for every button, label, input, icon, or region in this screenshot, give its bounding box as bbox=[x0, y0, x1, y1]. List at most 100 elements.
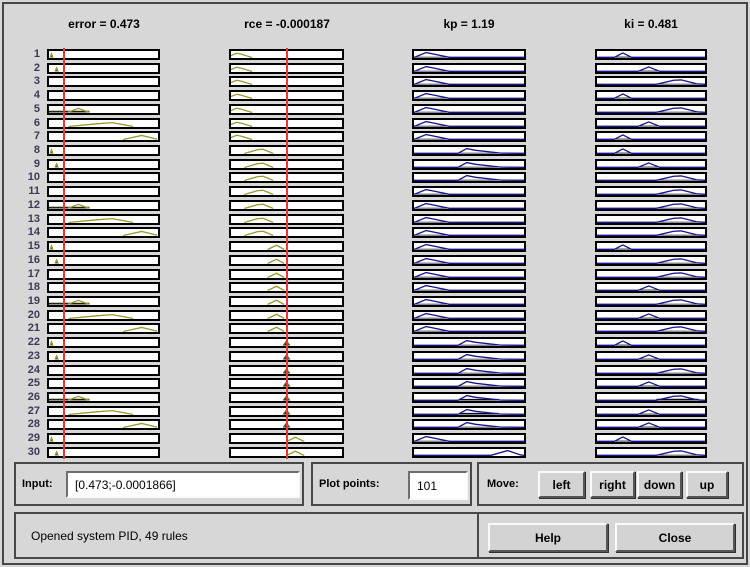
mf-plot-cell bbox=[412, 200, 526, 211]
mf-plot-cell bbox=[595, 310, 707, 321]
rule-number: 24 bbox=[4, 364, 40, 377]
column-header-rce: rce = -0.000187 bbox=[226, 17, 348, 33]
rule-number: 14 bbox=[4, 226, 40, 239]
rule-row: 19 bbox=[4, 295, 746, 309]
close-button[interactable]: Close bbox=[615, 523, 735, 552]
rule-row: 30 bbox=[4, 446, 746, 460]
mf-plot-cell bbox=[595, 433, 707, 444]
mf-plot-cell bbox=[595, 269, 707, 280]
mf-plot-cell bbox=[595, 49, 707, 60]
move-down-button[interactable]: down bbox=[637, 471, 682, 498]
rule-number: 3 bbox=[4, 75, 40, 88]
input-field[interactable]: [0.473;-0.0001866] bbox=[66, 471, 300, 498]
status-message: Opened system PID, 49 rules bbox=[31, 514, 188, 557]
mf-plot-cell bbox=[412, 241, 526, 252]
mf-plot-cell bbox=[412, 310, 526, 321]
rule-number: 5 bbox=[4, 103, 40, 116]
rule-row: 2 bbox=[4, 62, 746, 76]
rule-number: 23 bbox=[4, 350, 40, 363]
rule-row: 6 bbox=[4, 117, 746, 131]
rule-row: 12 bbox=[4, 199, 746, 213]
mf-plot-cell bbox=[595, 323, 707, 334]
mf-plot-cell bbox=[595, 255, 707, 266]
rule-row: 28 bbox=[4, 418, 746, 432]
move-right-button[interactable]: right bbox=[590, 471, 635, 498]
footer-button-group: Help Close bbox=[477, 512, 744, 559]
mf-plot-cell bbox=[595, 406, 707, 417]
input-label: Input: bbox=[22, 478, 53, 490]
rule-row: 13 bbox=[4, 213, 746, 227]
rule-number: 8 bbox=[4, 144, 40, 157]
rule-viewer-window: error = 0.473 rce = -0.000187 kp = 1.19 … bbox=[2, 2, 748, 565]
mf-plot-cell bbox=[595, 90, 707, 101]
rule-row: 24 bbox=[4, 364, 746, 378]
mf-plot-cell bbox=[412, 76, 526, 87]
input-group: Input: [0.473;-0.0001866] bbox=[14, 462, 304, 506]
mf-plot-cell bbox=[412, 365, 526, 376]
rule-row: 10 bbox=[4, 171, 746, 185]
rule-number: 19 bbox=[4, 295, 40, 308]
mf-plot-cell bbox=[412, 255, 526, 266]
rule-row: 11 bbox=[4, 185, 746, 199]
rule-number: 20 bbox=[4, 309, 40, 322]
rule-row: 23 bbox=[4, 350, 746, 364]
mf-plot-cell bbox=[412, 378, 526, 389]
rule-number: 11 bbox=[4, 185, 40, 198]
plot-points-field[interactable]: 101 bbox=[408, 471, 468, 500]
mf-plot-cell bbox=[412, 214, 526, 225]
rule-row: 3 bbox=[4, 75, 746, 89]
mf-plot-cell bbox=[412, 131, 526, 142]
mf-plot-cell bbox=[412, 337, 526, 348]
mf-plot-cell bbox=[595, 447, 707, 458]
move-left-button[interactable]: left bbox=[538, 471, 585, 498]
move-group: Move: left right down up bbox=[477, 462, 744, 506]
column-header-ki: ki = 0.481 bbox=[591, 17, 711, 33]
rule-row: 5 bbox=[4, 103, 746, 117]
rule-number: 27 bbox=[4, 405, 40, 418]
move-up-button[interactable]: up bbox=[686, 471, 728, 498]
status-bar: Opened system PID, 49 rules bbox=[14, 512, 479, 559]
mf-plot-cell bbox=[412, 118, 526, 129]
mf-plot-cell bbox=[412, 104, 526, 115]
mf-plot-cell bbox=[595, 227, 707, 238]
mf-plot-cell bbox=[595, 214, 707, 225]
error-input-line[interactable] bbox=[63, 48, 65, 459]
rule-number: 21 bbox=[4, 322, 40, 335]
rce-input-line[interactable] bbox=[286, 48, 288, 459]
rule-row: 27 bbox=[4, 405, 746, 419]
mf-plot-cell bbox=[412, 90, 526, 101]
mf-plot-cell bbox=[595, 241, 707, 252]
mf-plot-cell bbox=[412, 282, 526, 293]
rule-number: 29 bbox=[4, 432, 40, 445]
rule-number: 16 bbox=[4, 254, 40, 267]
rule-row: 20 bbox=[4, 309, 746, 323]
mf-plot-cell bbox=[412, 406, 526, 417]
rule-number: 26 bbox=[4, 391, 40, 404]
mf-plot-cell bbox=[412, 323, 526, 334]
rules-grid: 1234567891011121314151617181920212223242… bbox=[4, 48, 746, 460]
rule-number: 18 bbox=[4, 281, 40, 294]
rule-row: 26 bbox=[4, 391, 746, 405]
mf-plot-cell bbox=[412, 351, 526, 362]
mf-plot-cell bbox=[595, 63, 707, 74]
mf-plot-cell bbox=[595, 365, 707, 376]
column-header-error: error = 0.473 bbox=[44, 17, 164, 33]
mf-plot-cell bbox=[595, 378, 707, 389]
mf-plot-cell bbox=[595, 200, 707, 211]
help-button[interactable]: Help bbox=[488, 523, 608, 552]
mf-plot-cell bbox=[595, 172, 707, 183]
rule-row: 22 bbox=[4, 336, 746, 350]
rule-number: 17 bbox=[4, 268, 40, 281]
rule-number: 28 bbox=[4, 418, 40, 431]
rule-row: 16 bbox=[4, 254, 746, 268]
rule-number: 10 bbox=[4, 171, 40, 184]
rule-number: 12 bbox=[4, 199, 40, 212]
plot-points-group: Plot points: 101 bbox=[311, 462, 472, 506]
mf-plot-cell bbox=[595, 419, 707, 430]
rule-row: 7 bbox=[4, 130, 746, 144]
mf-plot-cell bbox=[412, 172, 526, 183]
mf-plot-cell bbox=[595, 351, 707, 362]
rule-row: 17 bbox=[4, 268, 746, 282]
rule-row: 18 bbox=[4, 281, 746, 295]
rule-number: 2 bbox=[4, 62, 40, 75]
